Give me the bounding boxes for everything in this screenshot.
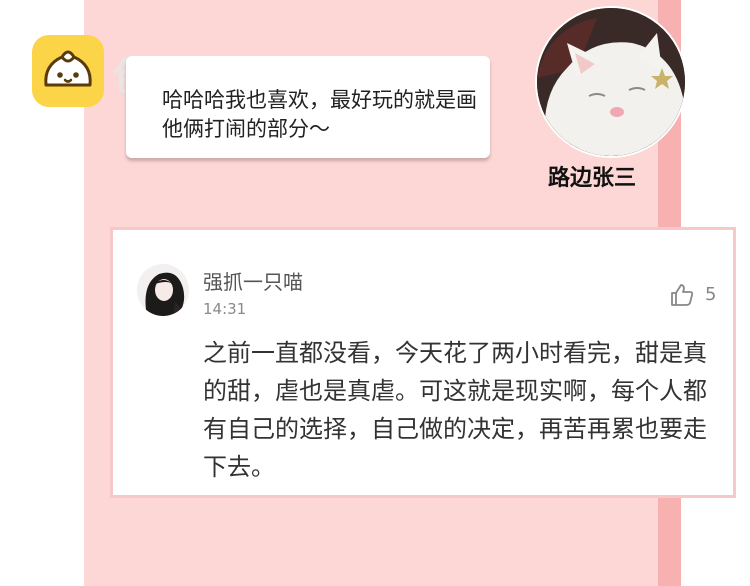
author-avatar[interactable] <box>535 6 687 158</box>
comment-card: 强抓一只喵 14:31 5 之前一直都没看，今天花了两小时看完，甜是真的甜，虐也… <box>110 227 736 498</box>
commenter-avatar[interactable] <box>137 264 189 316</box>
like-count: 5 <box>705 284 717 305</box>
author-name[interactable]: 路边张三 <box>548 160 636 192</box>
post-text: 哈哈哈我也喜欢，最好玩的就是画他俩打闹的部分～ <box>162 88 477 141</box>
comment-body: 之前一直都没看，今天花了两小时看完，甜是真的甜，虐也是真虐。可这就是现实啊，每个… <box>203 339 707 481</box>
commenter-username[interactable]: 强抓一只喵 <box>203 266 303 295</box>
comment-timestamp: 14:31 <box>203 300 247 318</box>
cat-photo-icon <box>537 8 685 156</box>
girl-avatar-icon <box>137 264 189 316</box>
like-icon[interactable] <box>669 282 695 308</box>
bun-logo-icon <box>32 35 104 107</box>
speech-bubble: 哈哈哈我也喜欢，最好玩的就是画他俩打闹的部分～ <box>126 56 490 158</box>
